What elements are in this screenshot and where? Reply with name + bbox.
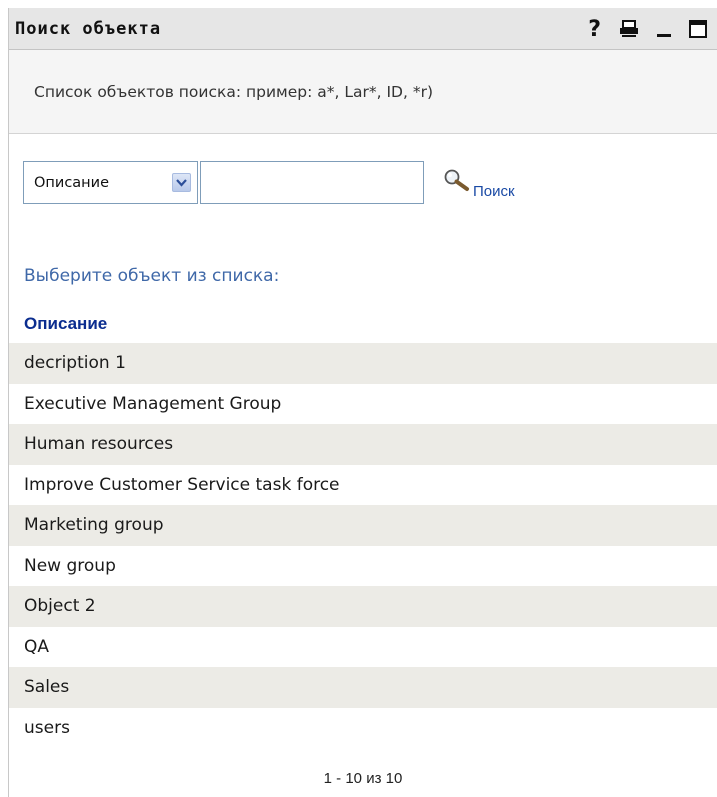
print-icon[interactable] — [619, 20, 639, 38]
search-field-select[interactable]: Описание — [23, 161, 198, 204]
column-header-description[interactable]: Описание — [24, 314, 107, 334]
title-bar: Поиск объекта ? — [9, 8, 717, 50]
list-item[interactable]: Marketing group — [9, 505, 717, 546]
list-item[interactable]: Improve Customer Service task force — [9, 465, 717, 506]
search-row: Описание Поиск — [23, 161, 515, 204]
search-instructions: Список объектов поиска: пример: a*, Lar*… — [9, 50, 717, 134]
pagination-status: 1 - 10 из 10 — [323, 770, 403, 787]
window-controls: ? — [588, 8, 707, 50]
list-item[interactable]: Executive Management Group — [9, 384, 717, 425]
magnifier-icon — [443, 169, 471, 197]
search-field-selected: Описание — [34, 174, 109, 191]
results-list: decription 1 Executive Management Group … — [9, 343, 717, 748]
list-item[interactable]: users — [9, 708, 717, 749]
search-button[interactable]: Поиск — [443, 169, 515, 200]
panel-title: Поиск объекта — [15, 18, 162, 39]
list-item[interactable]: Object 2 — [9, 586, 717, 627]
maximize-icon[interactable] — [689, 20, 707, 38]
minimize-icon[interactable] — [657, 20, 671, 38]
list-item[interactable]: Human resources — [9, 424, 717, 465]
object-search-panel: Поиск объекта ? Список объектов поиска: … — [8, 8, 717, 797]
search-button-label: Поиск — [473, 182, 515, 200]
list-item[interactable]: QA — [9, 627, 717, 668]
list-item[interactable]: decription 1 — [9, 343, 717, 384]
choose-object-label: Выберите объект из списка: — [24, 266, 280, 286]
chevron-down-icon[interactable] — [172, 173, 191, 192]
help-icon[interactable]: ? — [588, 17, 601, 42]
list-item[interactable]: New group — [9, 546, 717, 587]
search-input[interactable] — [200, 161, 424, 204]
list-item[interactable]: Sales — [9, 667, 717, 708]
